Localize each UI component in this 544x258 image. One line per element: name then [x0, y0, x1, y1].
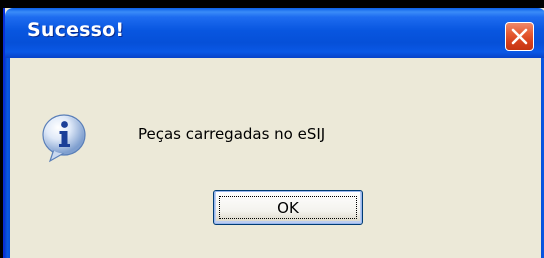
ok-button[interactable]: OK: [213, 190, 363, 225]
close-button[interactable]: [505, 22, 534, 51]
dialog-message: Peças carregadas no eSIJ: [138, 125, 326, 143]
message-dialog: Sucesso! Peças carregadas no eSIJ OK: [3, 8, 544, 258]
ok-button-label: OK: [277, 199, 299, 217]
info-icon: [40, 113, 88, 165]
dialog-body: Peças carregadas no eSIJ OK: [10, 58, 541, 258]
dialog-title: Sucesso!: [27, 19, 125, 41]
title-bar[interactable]: Sucesso!: [5, 8, 544, 58]
close-icon: [511, 28, 528, 45]
